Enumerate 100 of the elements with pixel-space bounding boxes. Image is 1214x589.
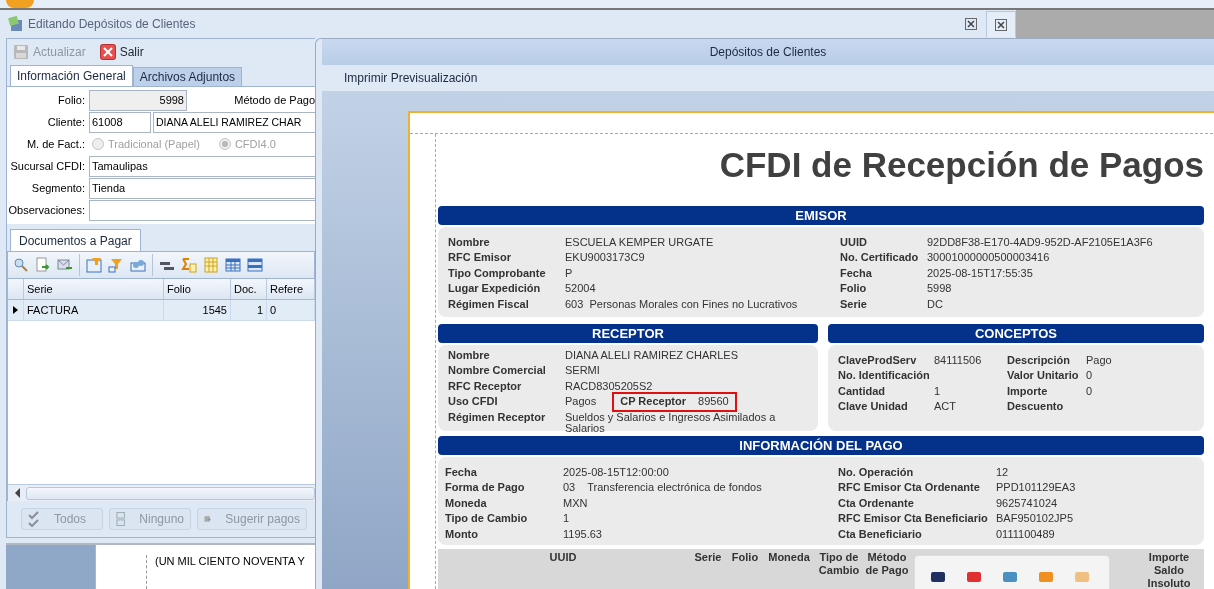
field-label: Régimen Receptor <box>448 409 547 425</box>
field-label: Tipo Comprobante <box>448 265 547 281</box>
field-label: Folio <box>840 281 868 297</box>
field-label: Régimen Fiscal <box>448 296 530 312</box>
field-label: RFC Emisor Cta Beneficiario <box>838 511 989 527</box>
field-label: Forma de Pago <box>445 480 526 496</box>
field-value: 5998 <box>927 281 953 297</box>
section-header: INFORMACIÓN DEL PAGO <box>438 436 1204 455</box>
window-title: Editando Depósitos de Clientes <box>28 17 196 31</box>
magnifier-icon[interactable] <box>13 257 29 273</box>
scroll-left-icon[interactable] <box>14 488 22 498</box>
section-header: EMISOR <box>438 206 1204 225</box>
field-label: ClaveProdServ <box>838 353 918 368</box>
field-value: 0111100489 <box>996 526 1056 542</box>
field-value: 1 <box>934 383 942 399</box>
field-value: 0 <box>1086 383 1094 399</box>
grid-icon[interactable] <box>225 257 241 273</box>
toolbar-tool-icon[interactable] <box>931 572 945 582</box>
close-icon <box>995 18 1007 31</box>
field-value: PPD101129EA3 <box>996 480 1077 496</box>
tab[interactable]: Documentos a Pagar <box>10 229 141 251</box>
field-value: 84111506 <box>934 353 983 368</box>
funnel-icon[interactable] <box>108 257 124 273</box>
table-cell: 1545 <box>164 300 231 320</box>
notes-field[interactable] <box>89 199 315 221</box>
field-label: Cta Ordenante <box>838 495 915 511</box>
field-value: ACT <box>934 399 957 415</box>
field-value: 9625741024 <box>996 495 1059 511</box>
branch-field[interactable]: Tamaulipas <box>89 155 315 177</box>
field-value: Sueldos y Salarios e Ingresos Asimilados a Salarios <box>565 409 777 434</box>
folio-field[interactable]: 5998 <box>89 89 187 111</box>
client-name-field[interactable]: DIANA ALELI RAMIREZ CHAR <box>153 111 315 133</box>
print-preview-menu-item[interactable]: Imprimir Previsualización <box>338 70 484 86</box>
field-label: M. de Fact.: <box>25 137 86 152</box>
field-label: Fecha <box>445 465 478 480</box>
close-icon <box>99 44 116 60</box>
field-value: 03 Transferencia electrónica de fondos <box>563 480 763 496</box>
preview-title: Depósitos de Clientes <box>322 39 1214 65</box>
field-label: Monto <box>445 526 479 542</box>
toolbar-button[interactable]: Salir <box>99 44 144 60</box>
field-label: Fecha <box>840 265 873 281</box>
field-label: No. Identificación <box>838 368 931 384</box>
column-header[interactable]: Serie <box>24 279 164 299</box>
columns-icon[interactable] <box>203 257 219 273</box>
column-header[interactable]: Doc. <box>231 279 267 299</box>
field-value: Pago <box>1086 353 1113 368</box>
column-header: Serie <box>693 551 723 564</box>
field-value: MXN <box>563 495 589 511</box>
segment-field[interactable]: Tienda <box>89 177 315 199</box>
field-label: Observaciones: <box>7 203 86 218</box>
column-header: Tipo de Cambio <box>817 551 861 577</box>
toolbar-tool-icon[interactable] <box>967 572 981 582</box>
column-header[interactable]: Folio <box>164 279 231 299</box>
field-label: Descripción <box>1007 353 1071 368</box>
tab[interactable]: Información General <box>10 65 133 86</box>
field-label: Valor Unitario <box>1007 368 1080 384</box>
column-header: Moneda <box>767 551 811 564</box>
client-code-field[interactable]: 61008 <box>89 111 151 133</box>
tab[interactable]: Archivos Adjuntos <box>132 67 243 86</box>
app-logo[interactable] <box>6 0 34 8</box>
field-label: Cta Beneficiario <box>838 526 923 542</box>
field-value: 52004 <box>565 281 597 297</box>
table-funnel-icon[interactable] <box>86 257 102 273</box>
close-button[interactable] <box>986 11 1016 37</box>
grid-icon[interactable] <box>247 257 263 273</box>
close-icon <box>965 18 977 30</box>
field-label: Serie <box>840 296 868 312</box>
field-value: 1 <box>563 511 571 527</box>
field-value: Pagos <box>565 394 597 409</box>
field-value: 89560 <box>698 394 729 409</box>
field-value: RACD8305205S2 <box>565 378 654 394</box>
field-label: RFC Emisor <box>448 250 512 266</box>
column-header: UUID <box>548 551 578 564</box>
field-value: BAF950102JP5 <box>996 511 1075 527</box>
field-label: RFC Receptor <box>448 378 523 394</box>
table-row[interactable]: FACTURA 1545 1 0 <box>8 300 315 321</box>
field-value: 30001000000500003416 <box>927 250 1051 266</box>
field-label: Folio: <box>57 93 86 108</box>
column-header: Importe Saldo Insoluto <box>1146 551 1192 589</box>
section-header: CONCEPTOS <box>828 324 1204 343</box>
section-header: RECEPTOR <box>438 324 818 343</box>
field-label: Lugar Expedición <box>448 281 542 297</box>
amount-in-words: (UN MIL CIENTO NOVENTA Y <box>146 555 305 589</box>
field-label: Segmento: <box>30 181 86 196</box>
field-label: Nombre <box>448 235 491 250</box>
empty-squares-icon <box>116 511 126 527</box>
field-label: Tipo de Cambio <box>445 511 529 527</box>
field-label: Moneda <box>445 495 488 511</box>
field-label: Importe <box>1007 383 1049 399</box>
document-arrow-icon[interactable] <box>35 257 51 273</box>
horizontal-scrollbar[interactable] <box>26 486 315 500</box>
field-value: 2025-08-15T17:55:35 <box>927 265 1034 281</box>
binoculars-icon[interactable] <box>130 257 146 273</box>
sum-icon[interactable] <box>181 257 197 273</box>
field-label: No. Operación <box>838 465 915 480</box>
field-label: UUID <box>840 235 868 250</box>
field-value: 603 Personas Morales con Fines no Lucrativos <box>565 296 799 312</box>
field-label: Sucursal CFDI: <box>9 159 86 174</box>
field-value: DC <box>927 296 944 312</box>
field-label: Nombre <box>448 348 491 363</box>
